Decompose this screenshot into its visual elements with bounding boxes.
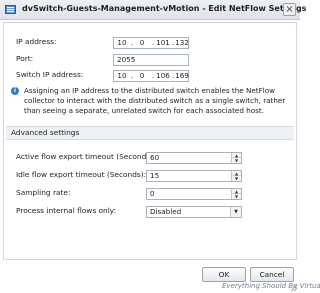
idle-timeout-label: Idle flow export timeout (Seconds):	[16, 170, 147, 179]
switch-ip-label: Switch IP address:	[16, 70, 84, 79]
dialog-title: dvSwitch-Guests-Management-vMotion - Edi…	[22, 4, 307, 13]
watermark: Everything Should Be Virtual	[222, 282, 320, 290]
switch-ip-octet-1[interactable]: 10	[116, 71, 128, 81]
ok-button[interactable]: OK	[202, 267, 246, 282]
switch-ip-field[interactable]: 10 . 0 . 106 . 169	[113, 70, 189, 82]
dialog-title-bar: dvSwitch-Guests-Management-vMotion - Edi…	[0, 0, 306, 20]
ip-octet-1[interactable]: 10	[116, 38, 128, 48]
sampling-rate-value: 0	[150, 189, 155, 198]
internal-flows-select[interactable]: Disabled ▼	[146, 206, 242, 218]
close-icon: ×	[285, 4, 294, 15]
sampling-rate-label: Sampling rate:	[16, 188, 71, 197]
idle-timeout-stepper[interactable]: ▲ ▼	[231, 171, 241, 181]
ip-octet-4[interactable]: 132	[175, 38, 189, 48]
sampling-rate-stepper[interactable]: ▲ ▼	[231, 189, 241, 199]
active-timeout-input[interactable]: 60 ▲ ▼	[146, 152, 242, 164]
octet-separator: .	[131, 39, 134, 47]
active-timeout-stepper[interactable]: ▲ ▼	[231, 153, 241, 163]
advanced-settings-header: Advanced settings	[6, 126, 294, 140]
dialog-content: IP address: 10 . 0 . 101 . 132 Port: 205…	[3, 22, 297, 260]
cancel-button[interactable]: Cancel	[250, 267, 294, 282]
decrement-icon[interactable]: ▼	[232, 176, 241, 181]
internal-flows-value: Disabled	[150, 207, 182, 216]
ip-octet-3[interactable]: 101	[156, 38, 170, 48]
active-timeout-value: 60	[150, 153, 160, 162]
ip-address-field[interactable]: 10 . 0 . 101 . 132	[113, 37, 189, 49]
octet-separator: .	[152, 39, 155, 47]
info-text: Assigning an IP address to the distribut…	[24, 86, 286, 115]
sampling-rate-input[interactable]: 0 ▲ ▼	[146, 188, 242, 200]
idle-timeout-input[interactable]: 15 ▲ ▼	[146, 170, 242, 182]
close-button[interactable]: ×	[283, 3, 296, 16]
ip-octet-2[interactable]: 0	[136, 38, 148, 48]
decrement-icon[interactable]: ▼	[232, 194, 241, 199]
switch-ip-octet-4[interactable]: 169	[175, 71, 189, 81]
decrement-icon[interactable]: ▼	[232, 158, 241, 163]
octet-separator: .	[152, 72, 155, 80]
active-timeout-label: Active flow export timeout (Seconds):	[16, 152, 156, 161]
distributed-switch-icon	[5, 5, 16, 14]
switch-ip-octet-2[interactable]: 0	[136, 71, 148, 81]
idle-timeout-value: 15	[150, 171, 160, 180]
octet-separator: .	[131, 72, 134, 80]
info-icon: i	[11, 87, 19, 95]
octet-separator: .	[172, 72, 175, 80]
ip-address-label: IP address:	[16, 37, 57, 46]
internal-flows-label: Process internal flows only:	[16, 206, 117, 215]
octet-separator: .	[172, 39, 175, 47]
chevron-down-icon[interactable]: ▼	[230, 207, 241, 217]
switch-ip-octet-3[interactable]: 106	[156, 71, 170, 81]
port-label: Port:	[16, 54, 34, 63]
port-input[interactable]: 2055	[113, 54, 189, 66]
